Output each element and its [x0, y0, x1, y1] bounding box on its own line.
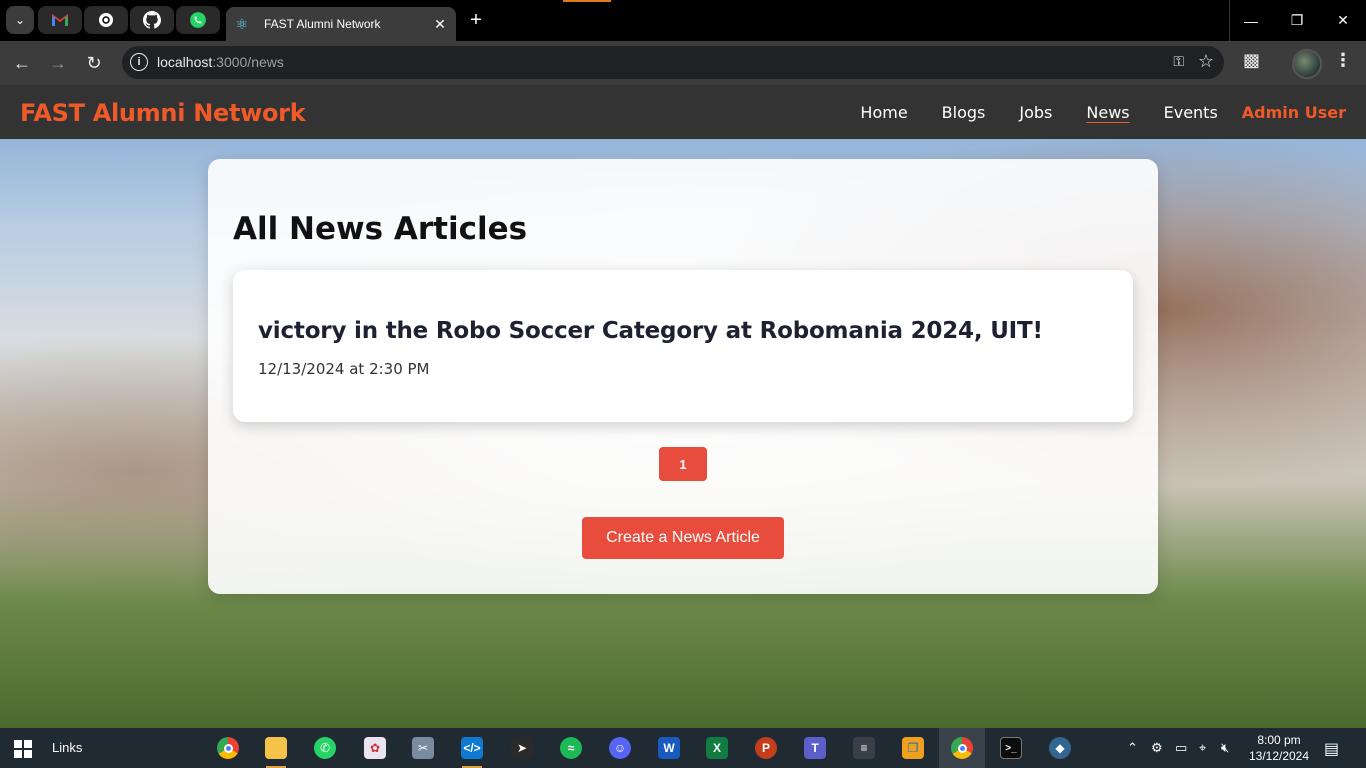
- paint-icon: ✿: [364, 737, 386, 759]
- chrome-icon: [951, 737, 973, 759]
- notifications-icon[interactable]: ▤: [1324, 739, 1339, 759]
- url-host: localhost: [157, 54, 213, 70]
- taskbar-spotify[interactable]: ≈: [556, 734, 586, 762]
- url-path: :3000/news: [212, 54, 284, 70]
- tab-search-button[interactable]: ⌄: [6, 6, 34, 34]
- virtual-machine-icon: ❐: [902, 737, 924, 759]
- taskbar-teams[interactable]: T: [800, 734, 830, 762]
- taskbar-file-explorer[interactable]: [261, 734, 291, 768]
- profile-avatar[interactable]: [1292, 49, 1322, 79]
- terminal-icon: >_: [1000, 737, 1022, 759]
- taskbar-calculator[interactable]: ≡: [849, 734, 879, 762]
- minimize-icon[interactable]: —: [1228, 0, 1274, 41]
- taskbar-chrome-active[interactable]: [939, 728, 985, 768]
- show-hidden-icons[interactable]: ⌃: [1127, 728, 1138, 768]
- gmail-icon: [52, 14, 68, 26]
- nav-news[interactable]: News: [1086, 103, 1129, 122]
- taskbar-paint[interactable]: ✿: [360, 734, 390, 762]
- taskbar-powerpoint[interactable]: P: [751, 734, 781, 762]
- windows-taskbar: Links ✆ ✿ ✂ </> ➤ ≈ ☺ W X P T ≡ ❐ >_ ◆ ⌃…: [0, 728, 1366, 768]
- site-brand[interactable]: FAST Alumni Network: [20, 99, 306, 127]
- bookmark-star-icon[interactable]: ☆: [1198, 51, 1214, 72]
- whatsapp-icon: ✆: [314, 737, 336, 759]
- url-text[interactable]: localhost:3000/news: [157, 54, 284, 70]
- taskbar-cursor[interactable]: ➤: [507, 734, 537, 762]
- password-key-icon[interactable]: ⚿: [1173, 53, 1184, 70]
- arrow-app-icon: ➤: [511, 737, 533, 759]
- spotify-icon: ≈: [560, 737, 582, 759]
- nav-events[interactable]: Events: [1164, 103, 1218, 122]
- create-news-article-button[interactable]: Create a News Article: [582, 517, 784, 559]
- taskbar-clock[interactable]: 8:00 pm 13/12/2024: [1246, 732, 1312, 764]
- browser-toolbar: ← → ↻ i localhost:3000/news ⚿ ☆: [0, 41, 1366, 85]
- battery-icon[interactable]: ▭: [1175, 728, 1187, 768]
- vscode-icon: </>: [461, 737, 483, 759]
- close-tab-icon[interactable]: ✕: [430, 14, 450, 34]
- calculator-icon: ≡: [853, 737, 875, 759]
- windows-start-icon[interactable]: [14, 740, 32, 758]
- pagination-page-button[interactable]: 1: [659, 447, 707, 481]
- extensions-puzzle-icon[interactable]: ▩: [1243, 50, 1260, 71]
- security-tray-icon[interactable]: ⚙: [1151, 728, 1163, 768]
- forward-arrow-icon[interactable]: →: [44, 49, 72, 77]
- taskbar-terminal[interactable]: >_: [996, 734, 1026, 762]
- taskbar-vmware[interactable]: ❐: [898, 734, 928, 762]
- excel-icon: X: [706, 737, 728, 759]
- tab-strip-accent: [563, 0, 611, 2]
- github-icon: [143, 11, 161, 29]
- wifi-icon[interactable]: ⌖: [1199, 728, 1206, 768]
- taskbar-discord[interactable]: ☺: [605, 734, 635, 762]
- postgresql-elephant-icon: ◆: [1049, 737, 1071, 759]
- site-navbar: FAST Alumni Network Home Blogs Jobs News…: [0, 85, 1366, 139]
- tab-strip: ⌄ ⚛ FAST Alumni Network ✕ + — ❐ ✕: [0, 0, 1366, 41]
- whatsapp-icon: [190, 12, 206, 28]
- taskbar-excel[interactable]: X: [702, 734, 732, 762]
- pinned-tab-github[interactable]: [130, 6, 174, 34]
- volume-muted-icon[interactable]: 🔇︎: [1221, 728, 1229, 768]
- powerpoint-icon: P: [755, 737, 777, 759]
- teams-icon: T: [804, 737, 826, 759]
- taskbar-word[interactable]: W: [654, 734, 684, 762]
- pinned-tab-whatsapp[interactable]: [176, 6, 220, 34]
- window-controls: — ❐ ✕: [1228, 0, 1366, 41]
- word-icon: W: [658, 737, 680, 759]
- restore-icon[interactable]: ❐: [1274, 0, 1320, 41]
- nav-jobs[interactable]: Jobs: [1019, 103, 1052, 122]
- chrome-icon: [217, 737, 239, 759]
- news-article-card[interactable]: victory in the Robo Soccer Category at R…: [233, 270, 1133, 422]
- nav-home[interactable]: Home: [860, 103, 907, 122]
- links-toolbar-label[interactable]: Links: [52, 740, 82, 755]
- snipping-tool-icon: ✂: [412, 737, 434, 759]
- browser-menu-icon[interactable]: ⋮: [1334, 50, 1352, 71]
- tab-title: FAST Alumni Network: [264, 17, 381, 31]
- article-title[interactable]: victory in the Robo Soccer Category at R…: [258, 318, 1043, 344]
- pinned-tab-chatgpt[interactable]: [84, 6, 128, 34]
- reload-icon[interactable]: ↻: [80, 49, 108, 77]
- pinned-tab-gmail[interactable]: [38, 6, 82, 34]
- page-title: All News Articles: [233, 211, 528, 247]
- site-info-icon[interactable]: i: [130, 53, 148, 71]
- clock-time: 8:00 pm: [1257, 733, 1301, 747]
- nav-links: Home Blogs Jobs News Events Admin User: [826, 85, 1346, 139]
- new-tab-button[interactable]: +: [464, 8, 488, 32]
- react-icon: ⚛: [235, 16, 249, 32]
- close-window-icon[interactable]: ✕: [1320, 0, 1366, 41]
- active-tab[interactable]: ⚛ FAST Alumni Network ✕: [226, 7, 456, 41]
- chatgpt-icon: [99, 13, 113, 27]
- taskbar-snipping-tool[interactable]: ✂: [408, 734, 438, 762]
- discord-icon: ☺: [609, 737, 631, 759]
- taskbar-vscode[interactable]: </>: [457, 734, 487, 768]
- page-background: FAST Alumni Network Home Blogs Jobs News…: [0, 85, 1366, 728]
- article-date: 12/13/2024 at 2:30 PM: [258, 360, 430, 378]
- folder-icon: [265, 737, 287, 759]
- taskbar-postgresql[interactable]: ◆: [1045, 734, 1075, 762]
- nav-blogs[interactable]: Blogs: [942, 103, 986, 122]
- taskbar-chrome[interactable]: [213, 734, 243, 762]
- news-panel: All News Articles victory in the Robo So…: [208, 159, 1158, 594]
- clock-date: 13/12/2024: [1248, 749, 1310, 763]
- nav-admin-user[interactable]: Admin User: [1242, 103, 1346, 122]
- back-arrow-icon[interactable]: ←: [8, 49, 36, 77]
- taskbar-whatsapp[interactable]: ✆: [310, 734, 340, 762]
- address-bar[interactable]: i localhost:3000/news ⚿ ☆: [122, 46, 1224, 79]
